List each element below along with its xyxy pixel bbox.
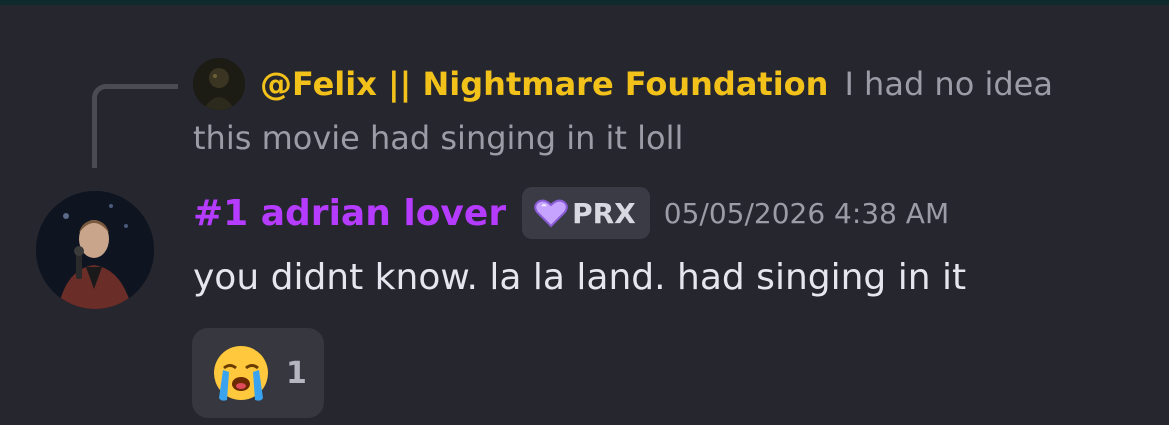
- message-timestamp[interactable]: 05/05/2026 4:38 AM: [664, 197, 949, 230]
- top-divider-strip: [0, 0, 1169, 5]
- author-name[interactable]: #1 adrian lover: [193, 193, 506, 234]
- reaction-button[interactable]: 1: [192, 328, 324, 418]
- message-content: you didnt know. la la land. had singing …: [193, 257, 967, 298]
- reply-author-name[interactable]: @Felix || Nightmare Foundation: [260, 65, 828, 103]
- author-avatar[interactable]: [36, 191, 154, 309]
- reply-text-line2: this movie had singing in it loll: [193, 119, 684, 157]
- reply-author-avatar[interactable]: [193, 58, 245, 110]
- server-tag-label: PRX: [572, 196, 636, 230]
- loudly-crying-face-icon: [210, 342, 272, 404]
- server-tag-badge[interactable]: PRX: [522, 187, 650, 239]
- reply-connector-line: [92, 84, 178, 168]
- reply-preview[interactable]: @Felix || Nightmare Foundation I had no i…: [260, 62, 1053, 106]
- message-header: #1 adrian lover PRX 05/05/2026 4:38 AM: [193, 187, 949, 239]
- reaction-count: 1: [286, 355, 307, 391]
- reply-text-line1: I had no idea: [844, 65, 1053, 103]
- purple-heart-icon: [534, 198, 568, 228]
